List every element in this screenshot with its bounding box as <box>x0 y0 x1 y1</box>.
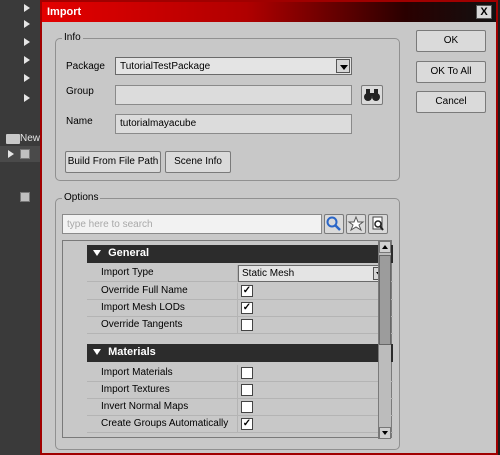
ok-button[interactable]: OK <box>416 30 486 52</box>
property-value <box>237 317 393 334</box>
expand-arrow-icon[interactable] <box>24 56 30 64</box>
property-value: Static Mesh <box>237 265 393 282</box>
group-label: Group <box>66 86 94 97</box>
property-row[interactable]: Import Textures <box>87 382 393 399</box>
mesh-cube-icon <box>20 149 30 159</box>
expand-arrow-icon[interactable] <box>24 94 30 102</box>
property-name: Import Textures <box>101 384 170 395</box>
import-type-dropdown[interactable]: Static Mesh <box>238 265 388 282</box>
category-general[interactable]: General <box>87 245 393 263</box>
package-value: TutorialTestPackage <box>120 61 211 72</box>
expand-arrow-icon[interactable] <box>24 20 30 28</box>
search-input[interactable]: type here to search <box>62 214 322 234</box>
import-dialog: Import X Info Package TutorialTestPackag… <box>40 0 498 455</box>
property-row[interactable]: Invert Normal Maps <box>87 399 393 416</box>
expand-arrow-icon[interactable] <box>24 38 30 46</box>
package-dropdown[interactable]: TutorialTestPackage <box>115 57 352 75</box>
vertical-scrollbar[interactable] <box>378 241 391 439</box>
property-name: Create Groups Automatically <box>101 418 229 429</box>
property-name: Import Mesh LODs <box>101 302 185 313</box>
property-row[interactable]: Override Tangents <box>87 317 393 334</box>
import-textures-checkbox[interactable] <box>241 384 253 396</box>
browse-group-button[interactable] <box>361 85 383 105</box>
import-type-value: Static Mesh <box>242 268 295 279</box>
search-icon <box>326 216 341 231</box>
folder-icon <box>6 134 20 144</box>
group-field[interactable] <box>115 85 352 105</box>
invert-normal-maps-checkbox[interactable] <box>241 401 253 413</box>
property-row[interactable]: Import Materials <box>87 365 393 382</box>
scrollbar-thumb[interactable] <box>379 255 391 345</box>
name-field[interactable]: tutorialmayacube <box>115 114 352 134</box>
name-label: Name <box>66 116 93 127</box>
category-title: Materials <box>108 346 156 358</box>
override-tangents-checkbox[interactable] <box>241 319 253 331</box>
info-group: Info Package TutorialTestPackage Group N… <box>55 32 400 181</box>
property-value <box>237 365 393 382</box>
search-docs-button[interactable] <box>368 214 388 234</box>
mesh-cube-icon <box>20 192 30 202</box>
property-value <box>237 382 393 399</box>
import-mesh-lods-checkbox[interactable]: ✓ <box>241 302 253 314</box>
options-legend: Options <box>62 192 101 203</box>
cancel-button[interactable]: Cancel <box>416 91 486 113</box>
search-doc-icon <box>372 216 384 231</box>
package-label: Package <box>66 61 105 72</box>
build-from-file-path-button[interactable]: Build From File Path <box>65 151 161 173</box>
search-button[interactable] <box>324 214 344 234</box>
expand-arrow-icon[interactable] <box>24 4 30 12</box>
window-title: Import <box>47 6 82 18</box>
property-grid[interactable]: General Import Type Static Mesh Override… <box>62 240 393 439</box>
background-browser-panel: New <box>0 0 42 455</box>
property-name: Invert Normal Maps <box>101 401 189 412</box>
property-name: Import Type <box>101 267 154 278</box>
ok-to-all-button[interactable]: OK To All <box>416 61 486 83</box>
favorites-button[interactable] <box>346 214 366 234</box>
property-row[interactable]: Import Mesh LODs ✓ <box>87 300 393 317</box>
property-row[interactable]: Override Full Name ✓ <box>87 283 393 300</box>
folder-label[interactable]: New <box>20 133 40 144</box>
category-materials[interactable]: Materials <box>87 344 393 362</box>
property-value: ✓ <box>237 283 393 300</box>
property-row[interactable]: Create Groups Automatically ✓ <box>87 416 393 433</box>
close-button[interactable]: X <box>476 5 492 19</box>
scroll-up-arrow-icon[interactable] <box>379 241 391 253</box>
category-title: General <box>108 247 150 259</box>
scene-info-button[interactable]: Scene Info <box>165 151 231 173</box>
collapse-arrow-icon[interactable] <box>8 150 14 158</box>
scroll-down-arrow-icon[interactable] <box>379 427 391 439</box>
property-name: Override Full Name <box>101 285 188 296</box>
chevron-down-icon[interactable] <box>336 59 350 73</box>
property-value: ✓ <box>237 300 393 317</box>
property-name: Override Tangents <box>101 319 183 330</box>
property-value <box>237 399 393 416</box>
expand-arrow-icon[interactable] <box>24 74 30 82</box>
import-materials-checkbox[interactable] <box>241 367 253 379</box>
title-bar[interactable]: Import X <box>42 2 496 22</box>
override-full-name-checkbox[interactable]: ✓ <box>241 285 253 297</box>
binoculars-icon <box>364 89 380 101</box>
star-icon <box>347 215 365 232</box>
collapse-arrow-icon <box>93 250 101 256</box>
property-name: Import Materials <box>101 367 173 378</box>
property-value: ✓ <box>237 416 393 433</box>
create-groups-automatically-checkbox[interactable]: ✓ <box>241 418 253 430</box>
info-legend: Info <box>62 32 83 43</box>
property-row[interactable]: Import Type Static Mesh <box>87 265 393 282</box>
collapse-arrow-icon <box>93 349 101 355</box>
